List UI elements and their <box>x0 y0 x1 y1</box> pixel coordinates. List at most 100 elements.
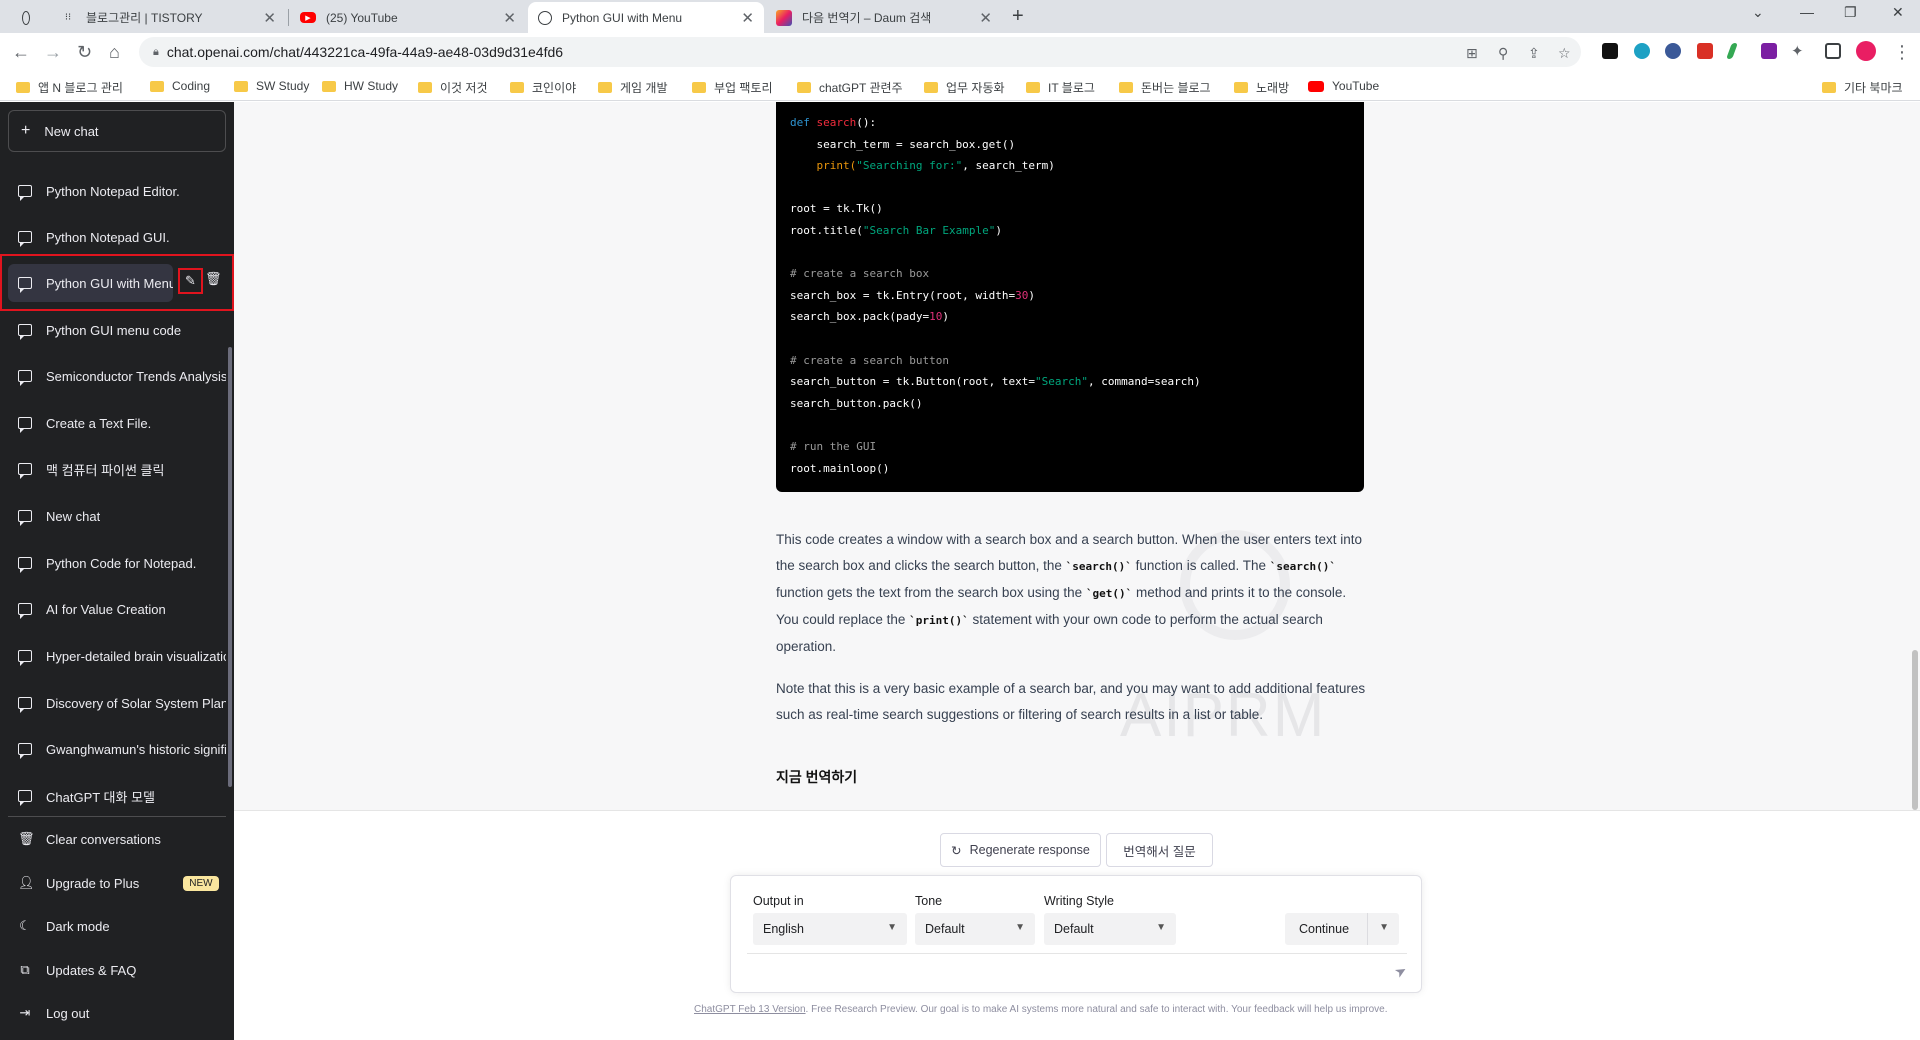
back-icon[interactable]: ← <box>12 42 30 63</box>
conversation-item[interactable]: AI for Value Creation <box>8 590 226 628</box>
conversation-item[interactable]: New chat <box>8 497 226 535</box>
bookmark-star-icon[interactable]: ☆ <box>1558 45 1571 62</box>
new-tab-button[interactable]: + <box>1012 5 1024 28</box>
tab-pinned-openai[interactable] <box>12 2 50 33</box>
message-icon <box>18 231 32 247</box>
folder-icon <box>418 82 432 93</box>
bookmark-folder[interactable]: Coding <box>150 79 210 93</box>
moon-icon: ☾ <box>19 918 31 933</box>
message-icon <box>18 510 32 526</box>
bookmark-folder[interactable]: 게임 개발 <box>598 79 668 96</box>
sidebar-scrollbar[interactable] <box>228 347 232 787</box>
conversation-item[interactable]: Discovery of Solar System Planets <box>8 684 226 722</box>
conversation-item[interactable]: Python GUI menu code <box>8 311 226 349</box>
side-panel-icon[interactable] <box>1825 43 1841 59</box>
code-token: search_box = tk.Entry(root, width= <box>790 288 1016 302</box>
extension-icon[interactable] <box>1761 43 1777 59</box>
restore-button[interactable]: ❐ <box>1844 4 1857 21</box>
bookmark-folder[interactable]: chatGPT 관련주 <box>797 79 903 96</box>
conversation-title: Python Notepad GUI. <box>46 229 170 245</box>
bookmark-folder[interactable]: 부업 팩토리 <box>692 79 773 96</box>
extension-icon[interactable] <box>1634 43 1650 59</box>
writing-style-select[interactable]: Default ▼ <box>1044 913 1176 945</box>
sidebar: + New chat Python Notepad Editor. Python… <box>0 102 234 1040</box>
close-icon[interactable]: ✕ <box>979 9 992 27</box>
output-language-select[interactable]: English ▼ <box>753 913 907 945</box>
puzzle-icon[interactable]: ✦ <box>1791 42 1804 60</box>
avatar[interactable] <box>1856 41 1876 61</box>
share-icon[interactable]: ⇪ <box>1528 45 1540 62</box>
close-icon[interactable]: ✕ <box>741 9 754 27</box>
close-icon[interactable]: ✕ <box>503 9 516 27</box>
bookmark-folder[interactable]: 앱 N 블로그 관리 <box>16 79 123 96</box>
send-icon[interactable]: ➤ <box>1392 961 1411 982</box>
extension-icon[interactable] <box>1602 43 1618 59</box>
folder-icon <box>924 82 938 93</box>
chevron-down-icon[interactable]: ▼ <box>1379 922 1389 933</box>
home-icon[interactable]: ⌂ <box>109 42 120 63</box>
conversation-item[interactable]: Python Code for Notepad. <box>8 544 226 582</box>
close-window-button[interactable]: ✕ <box>1892 4 1904 21</box>
conversation-item[interactable]: ChatGPT 대화 모델 <box>8 777 226 815</box>
extension-icon[interactable] <box>1697 43 1713 59</box>
other-bookmarks[interactable]: 기타 북마크 <box>1822 79 1903 96</box>
delete-icon[interactable]: 🗑︎ <box>205 271 222 287</box>
tab-youtube[interactable]: ▶ (25) YouTube ✕ <box>290 2 526 33</box>
bookmark-folder[interactable]: HW Study <box>322 79 398 93</box>
bookmark-folder[interactable]: 노래방 <box>1234 79 1289 96</box>
new-chat-button[interactable]: + New chat <box>8 110 226 152</box>
reload-icon[interactable]: ↻ <box>77 42 92 63</box>
translate-ask-button[interactable]: 번역해서 질문 <box>1106 833 1213 867</box>
version-link[interactable]: ChatGPT Feb 13 Version <box>694 1004 806 1015</box>
regenerate-response-button[interactable]: ↻ Regenerate response <box>940 833 1101 867</box>
address-bar[interactable]: 🔒︎ chat.openai.com/chat/443221ca-49fa-44… <box>139 37 1581 67</box>
message-icon <box>18 557 32 573</box>
tab-search-icon[interactable]: ⌄ <box>1752 4 1764 21</box>
bookmark-folder[interactable]: 업무 자동화 <box>924 79 1005 96</box>
conversation-item[interactable]: Python Notepad Editor. <box>8 172 226 210</box>
conversation-item[interactable]: Create a Text File. <box>8 404 226 442</box>
tone-select[interactable]: Default ▼ <box>915 913 1035 945</box>
bookmark-youtube[interactable]: YouTube <box>1308 79 1379 93</box>
extension-icon[interactable] <box>1726 43 1738 59</box>
conversation-title: Python Notepad Editor. <box>46 183 180 199</box>
tab-tistory[interactable]: ⁝⁝ 블로그관리 | TISTORY ✕ <box>50 2 286 33</box>
conversation-item[interactable]: Python Notepad GUI. <box>8 218 226 256</box>
translate-icon[interactable]: ⊞ <box>1466 45 1478 62</box>
logout-button[interactable]: ⇥ Log out <box>8 994 226 1032</box>
extension-icon[interactable] <box>1665 43 1681 59</box>
bookmark-folder[interactable]: SW Study <box>234 79 309 93</box>
bookmark-folder[interactable]: 이것 저것 <box>418 79 488 96</box>
clear-conversations-button[interactable]: 🗑︎ Clear conversations <box>8 820 226 858</box>
conversation-item[interactable]: Gwanghwamun's historic significance <box>8 730 226 768</box>
bookmark-folder[interactable]: IT 블로그 <box>1026 79 1095 96</box>
tab-python-gui[interactable]: Python GUI with Menu ✕ <box>528 2 764 33</box>
button-divider <box>1367 913 1368 945</box>
translate-now-heading[interactable]: 지금 번역하기 <box>776 767 857 787</box>
code-token: , command=search) <box>1088 375 1201 389</box>
assistant-answer: This code creates a window with a search… <box>776 527 1366 744</box>
close-icon[interactable]: ✕ <box>263 9 276 27</box>
conversation-item[interactable]: 맥 컴퓨터 파이썬 클릭 <box>8 450 226 488</box>
continue-button[interactable]: Continue ▼ <box>1285 913 1399 945</box>
tab-label: 다음 번역기 – Daum 검색 <box>802 11 932 25</box>
main-scrollbar[interactable] <box>1912 650 1918 810</box>
new-chat-label: New chat <box>44 123 99 139</box>
prompt-input[interactable] <box>743 960 1373 986</box>
code-line: def search(): <box>790 112 1350 134</box>
bookmark-folder[interactable]: 돈버는 블로그 <box>1119 79 1211 96</box>
forward-icon[interactable]: → <box>44 42 62 63</box>
conversation-item[interactable]: Hyper-detailed brain visualization <box>8 637 226 675</box>
edit-icon[interactable]: ✎ <box>178 268 203 294</box>
bookmark-folder[interactable]: 코인이야 <box>510 79 576 96</box>
menu-icon[interactable]: ⋮ <box>1893 42 1911 63</box>
dark-mode-button[interactable]: ☾ Dark mode <box>8 907 226 945</box>
tab-daum[interactable]: 다음 번역기 – Daum 검색 ✕ <box>766 2 1002 33</box>
updates-faq-link[interactable]: ⧉ Updates & FAQ <box>8 951 226 989</box>
plus-icon: + <box>21 122 31 139</box>
conversation-item[interactable]: Semiconductor Trends Analysis <box>8 357 226 395</box>
upgrade-button[interactable]: 👤︎ Upgrade to Plus NEW <box>8 864 226 902</box>
zoom-icon[interactable]: ⚲ <box>1498 45 1508 62</box>
code-token: ) <box>995 223 1002 237</box>
minimize-button[interactable]: — <box>1800 4 1814 20</box>
